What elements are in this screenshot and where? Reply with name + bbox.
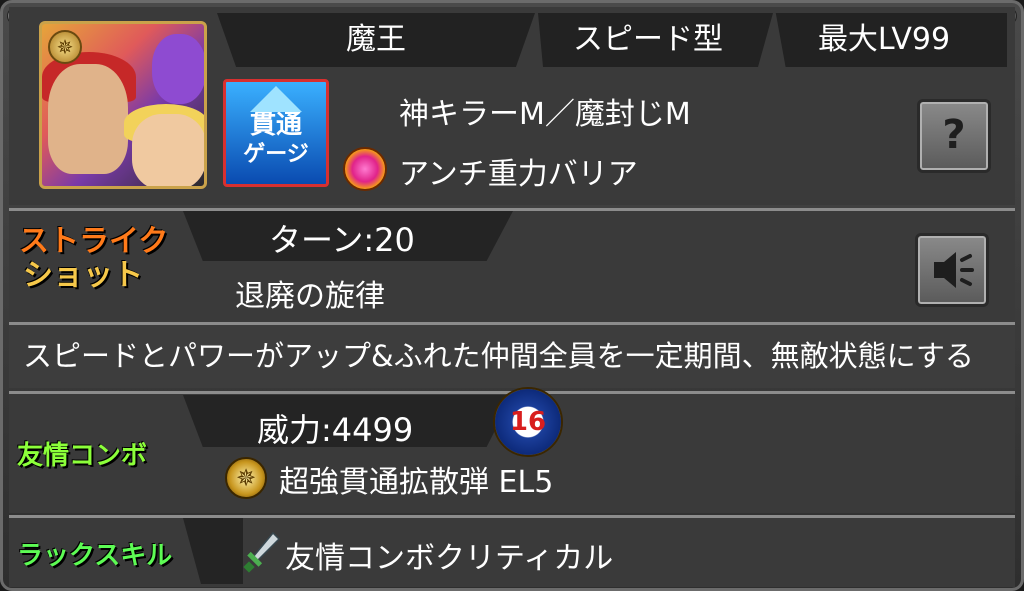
strike-shot-label: ストライク ショット [19,224,169,293]
luck-skill-name: 友情コンボクリティカル [285,541,614,576]
pierce-gauge-icon: 貫通 ゲージ [223,79,329,187]
combo-level-badge-icon: 16 [493,387,563,457]
monster-detail-panel: ✵ 魔王 スピード型 最大LV99 貫通 ゲージ 神キラーM／魔封じM アンチ重… [0,0,1024,591]
friendship-combo-label: 友情コンボ [17,441,148,471]
help-question-icon[interactable]: ? [917,99,991,173]
gimmick-line1: 貫通 [249,110,302,140]
gold-star-medal-icon: ✵ [48,30,82,64]
friendship-combo-icon: ✵ [225,457,267,499]
sword-icon [243,531,281,573]
character-portrait: ✵ [39,21,207,189]
killer-ability: 神キラーM／魔封じM [399,97,691,132]
strike-shot-description: スピードとパワーがアップ&ふれた仲間全員を一定期間、無敵状態にする [23,339,974,373]
luck-skill-label: ラックスキル [17,541,173,571]
speaker-icon[interactable] [915,233,989,307]
strike-shot-turn: ターン:20 [269,221,415,259]
anti-ability: アンチ重力バリア [399,157,638,192]
race-tab: 魔王 [217,13,535,67]
type-tab: スピード型 [538,13,773,67]
strike-shot-name: 退廃の旋律 [235,279,385,314]
friendship-combo-power: 威力:4499 [257,411,414,449]
anti-gravity-barrier-icon [343,147,387,191]
friendship-combo-name: 超強貫通拡散弾 EL5 [279,465,554,500]
max-level-tab: 最大LV99 [775,13,1007,67]
gimmick-line2: ゲージ [243,142,309,167]
